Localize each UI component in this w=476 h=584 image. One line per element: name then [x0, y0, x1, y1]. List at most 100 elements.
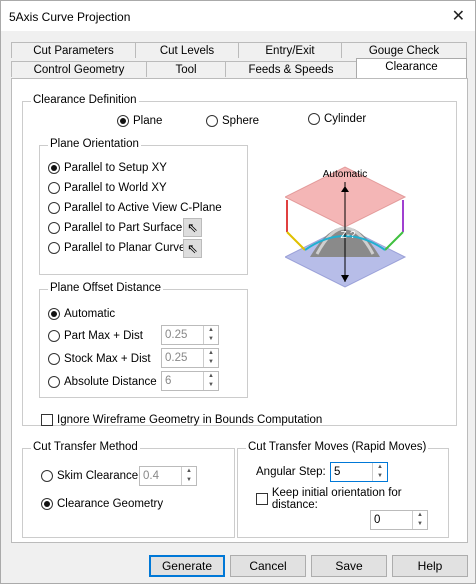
spin-up-icon[interactable]: ▲: [204, 326, 218, 335]
spin-down-icon[interactable]: ▼: [204, 335, 218, 344]
radio-absolute-distance-label: Absolute Distance: [64, 376, 157, 388]
tab-gouge-check[interactable]: Gouge Check: [341, 42, 467, 58]
spin-up-icon[interactable]: ▲: [182, 467, 196, 476]
radio-sphere[interactable]: Sphere: [206, 113, 259, 129]
plane-offset-legend: Plane Offset Distance: [48, 282, 164, 294]
radio-absolute-distance[interactable]: Absolute Distance: [48, 374, 157, 390]
pick-planar-curve-icon[interactable]: ⇖: [183, 239, 202, 258]
clearance-panel: Clearance Definition Plane Sphere Cylind…: [11, 78, 468, 543]
dialog-window: 5Axis Curve Projection ✕ Cut Parameters …: [0, 0, 476, 584]
tab-control-geometry[interactable]: Control Geometry: [11, 61, 147, 77]
part-max-dist-input[interactable]: 0.25 ▲ ▼: [161, 325, 219, 345]
radio-planar-curve-label: Parallel to Planar Curve: [64, 242, 186, 254]
spin-down-icon[interactable]: ▼: [373, 472, 387, 481]
radio-setup-xy[interactable]: Parallel to Setup XY: [48, 160, 167, 176]
radio-skim-clearance-label: Skim Clearance: [57, 470, 139, 482]
plane-orientation-group: Plane Orientation Parallel to Setup XY P…: [39, 138, 248, 275]
radio-stock-max[interactable]: Stock Max + Dist: [48, 351, 151, 367]
spin-down-icon[interactable]: ▼: [204, 381, 218, 390]
close-icon[interactable]: ✕: [452, 6, 465, 26]
radio-active-view[interactable]: Parallel to Active View C-Plane: [48, 200, 222, 216]
tab-tool[interactable]: Tool: [146, 61, 226, 77]
ignore-wireframe-label: Ignore Wireframe Geometry in Bounds Comp…: [57, 414, 323, 426]
window-title: 5Axis Curve Projection: [9, 10, 131, 24]
tab-row-back: Cut Parameters Cut Levels Entry/Exit Gou…: [11, 42, 467, 59]
radio-part-max[interactable]: Part Max + Dist: [48, 328, 143, 344]
radio-world-xy[interactable]: Parallel to World XY: [48, 180, 167, 196]
tab-feeds-speeds[interactable]: Feeds & Speeds: [225, 61, 357, 77]
stock-max-dist-input[interactable]: 0.25 ▲ ▼: [161, 348, 219, 368]
diagram-label-z: Z-?: [341, 230, 356, 241]
radio-active-view-indicator: [48, 202, 60, 214]
spin-down-icon[interactable]: ▼: [182, 476, 196, 485]
tab-cut-levels[interactable]: Cut Levels: [135, 42, 239, 58]
cut-transfer-method-legend: Cut Transfer Method: [31, 441, 140, 453]
spin-down-icon[interactable]: ▼: [413, 520, 427, 529]
tab-clearance[interactable]: Clearance: [356, 58, 467, 78]
radio-stock-max-indicator: [48, 353, 60, 365]
radio-setup-xy-label: Parallel to Setup XY: [64, 162, 167, 174]
absolute-distance-input[interactable]: 6 ▲ ▼: [161, 371, 219, 391]
radio-part-surface[interactable]: Parallel to Part Surface: [48, 220, 182, 236]
radio-clearance-geometry[interactable]: Clearance Geometry: [41, 496, 163, 512]
radio-sphere-indicator: [206, 115, 218, 127]
part-max-dist-value: 0.25: [165, 329, 188, 341]
radio-absolute-distance-indicator: [48, 376, 60, 388]
radio-world-xy-indicator: [48, 182, 60, 194]
radio-skim-clearance[interactable]: Skim Clearance: [41, 468, 138, 484]
stock-max-spinner[interactable]: ▲ ▼: [203, 349, 218, 367]
clearance-definition-group: Clearance Definition Plane Sphere Cylind…: [22, 94, 457, 428]
spin-down-icon[interactable]: ▼: [204, 358, 218, 367]
radio-part-surface-indicator: [48, 222, 60, 234]
cut-transfer-moves-group: Cut Transfer Moves (Rapid Moves) Angular…: [237, 441, 449, 538]
tab-cut-parameters[interactable]: Cut Parameters: [11, 42, 136, 58]
radio-plane-label: Plane: [133, 115, 163, 127]
radio-cylinder-label: Cylinder: [324, 113, 367, 125]
stock-max-dist-value: 0.25: [165, 352, 188, 364]
radio-active-view-label: Parallel to Active View C-Plane: [64, 202, 222, 214]
radio-cylinder-indicator: [308, 113, 320, 125]
keep-orientation-distance-value: 0: [374, 514, 381, 526]
cut-transfer-moves-legend: Cut Transfer Moves (Rapid Moves): [246, 441, 429, 453]
keep-orientation-label: Keep initial orientation for distance:: [271, 487, 402, 511]
angular-step-spinner[interactable]: ▲ ▼: [372, 463, 387, 481]
skim-clearance-input[interactable]: 0.4 ▲ ▼: [139, 466, 197, 486]
angular-step-value: 5: [334, 466, 341, 478]
generate-button[interactable]: Generate: [149, 555, 225, 577]
clearance-definition-legend: Clearance Definition: [31, 94, 139, 106]
spin-up-icon[interactable]: ▲: [204, 372, 218, 381]
save-button[interactable]: Save: [311, 555, 387, 577]
radio-offset-automatic-label: Automatic: [64, 308, 116, 320]
ignore-wireframe-checkbox[interactable]: Ignore Wireframe Geometry in Bounds Comp…: [41, 412, 322, 428]
radio-planar-curve[interactable]: Parallel to Planar Curve: [48, 240, 185, 256]
radio-offset-automatic[interactable]: Automatic: [48, 306, 115, 322]
angular-step-label: Angular Step:: [256, 466, 326, 478]
spin-up-icon[interactable]: ▲: [373, 463, 387, 472]
radio-part-max-label: Part Max + Dist: [64, 330, 143, 342]
angular-step-input[interactable]: 5 ▲ ▼: [330, 462, 388, 482]
clearance-diagram: Automatic Z-?: [285, 166, 407, 288]
cancel-button[interactable]: Cancel: [230, 555, 306, 577]
edge-yellow-line: [286, 231, 306, 251]
radio-plane[interactable]: Plane: [117, 113, 162, 129]
radio-part-surface-label: Parallel to Part Surface: [64, 222, 183, 234]
radio-clearance-geometry-indicator: [41, 498, 53, 510]
tab-entry-exit[interactable]: Entry/Exit: [238, 42, 342, 58]
part-max-spinner[interactable]: ▲ ▼: [203, 326, 218, 344]
ignore-wireframe-box: [41, 414, 53, 426]
keep-orientation-spinner[interactable]: ▲ ▼: [412, 511, 427, 529]
skim-clearance-spinner[interactable]: ▲ ▼: [181, 467, 196, 485]
plane-orientation-legend: Plane Orientation: [48, 138, 141, 150]
radio-clearance-geometry-label: Clearance Geometry: [57, 498, 164, 510]
spin-up-icon[interactable]: ▲: [413, 511, 427, 520]
radio-planar-curve-indicator: [48, 242, 60, 254]
keep-orientation-checkbox[interactable]: Keep initial orientation for distance:: [256, 487, 448, 511]
keep-orientation-distance-input[interactable]: 0 ▲ ▼: [370, 510, 428, 530]
pick-part-surface-icon[interactable]: ⇖: [183, 218, 202, 237]
radio-offset-automatic-indicator: [48, 308, 60, 320]
help-button[interactable]: Help: [392, 555, 468, 577]
radio-cylinder[interactable]: Cylinder: [308, 111, 366, 127]
absolute-distance-spinner[interactable]: ▲ ▼: [203, 372, 218, 390]
skim-clearance-value: 0.4: [143, 470, 159, 482]
spin-up-icon[interactable]: ▲: [204, 349, 218, 358]
